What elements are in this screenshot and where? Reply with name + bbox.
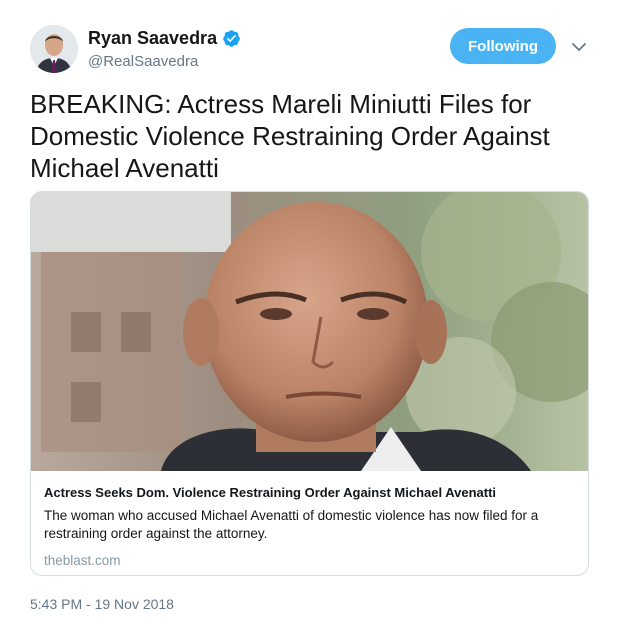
tweet-timestamp[interactable]: 5:43 PM - 19 Nov 2018 [30,596,174,612]
tweet: Ryan Saavedra @RealSaavedra Following BR… [0,0,622,618]
link-card[interactable]: Actress Seeks Dom. Violence Restraining … [30,191,589,576]
avatar-image [30,25,78,73]
name-row: Ryan Saavedra [88,28,241,49]
card-title: Actress Seeks Dom. Violence Restraining … [44,485,497,500]
display-name[interactable]: Ryan Saavedra [88,28,217,49]
card-body: Actress Seeks Dom. Violence Restraining … [44,484,574,568]
card-domain: theblast.com [44,553,121,568]
card-description: The woman who accused Michael Avenatti o… [44,508,539,541]
user-handle[interactable]: @RealSaavedra [88,53,198,70]
following-button[interactable]: Following [450,28,556,64]
card-image [31,192,588,471]
avatar[interactable] [30,25,78,73]
tweet-text: BREAKING: Actress Mareli Miniutti Files … [30,89,550,183]
verified-badge-icon [222,29,241,48]
chevron-down-icon[interactable] [570,38,588,56]
